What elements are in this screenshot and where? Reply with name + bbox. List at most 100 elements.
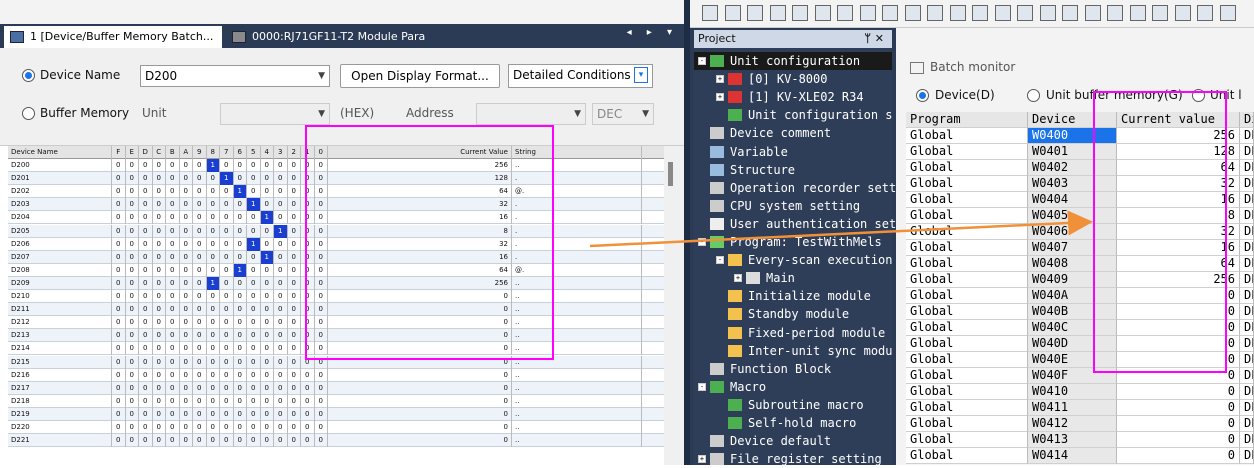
device-cell[interactable]: W0406	[1028, 224, 1117, 240]
current-value-cell[interactable]: 0	[328, 316, 512, 330]
bit-cell[interactable]: 0	[166, 329, 180, 343]
current-value-cell[interactable]: 0	[1117, 384, 1240, 400]
bit-cell[interactable]: 0	[112, 198, 126, 212]
bit-cell[interactable]: 0	[220, 276, 234, 290]
bit-cell[interactable]: 0	[247, 329, 261, 343]
bit-cell[interactable]: 0	[153, 250, 166, 264]
project-tree-item[interactable]: - Every-scan execution	[694, 251, 893, 269]
bit-cell[interactable]: 1	[260, 250, 274, 264]
bit-cell[interactable]: 0	[315, 211, 328, 225]
bit-cell[interactable]: 0	[234, 211, 247, 225]
bit-cell[interactable]: 0	[153, 434, 166, 448]
bit-cell[interactable]: 0	[166, 434, 180, 448]
bit-cell[interactable]: 0	[166, 159, 180, 172]
bit-cell[interactable]: 0	[301, 224, 315, 238]
bit-cell[interactable]: 0	[180, 211, 193, 225]
bit-cell[interactable]: 0	[274, 250, 288, 264]
bit-cell[interactable]: 0	[180, 355, 193, 369]
bit-cell[interactable]: 0	[288, 342, 301, 356]
current-value-cell[interactable]: 0	[1117, 400, 1240, 416]
scrollbar-thumb[interactable]	[668, 162, 673, 186]
bit-cell[interactable]: 0	[315, 407, 328, 421]
bit-cell[interactable]: 0	[193, 303, 207, 317]
project-tree-item[interactable]: Subroutine macro	[694, 396, 892, 414]
bit-cell[interactable]: 0	[139, 329, 153, 343]
bit-cell[interactable]: 0	[193, 172, 207, 186]
toolbar-tool-icon[interactable]	[949, 5, 966, 21]
bit-cell[interactable]: 0	[288, 172, 301, 186]
vertical-scrollbar[interactable]	[664, 146, 684, 465]
bit-cell[interactable]: 0	[261, 224, 274, 238]
device-cell[interactable]: W0403	[1028, 176, 1117, 192]
bit-cell[interactable]: 0	[220, 263, 234, 277]
bit-cell[interactable]: 0	[166, 250, 180, 264]
bit-cell[interactable]: 0	[153, 316, 166, 330]
bit-cell[interactable]: 0	[126, 394, 139, 408]
current-value-cell[interactable]: 0	[328, 368, 512, 382]
toolbar-tool-icon[interactable]	[1107, 5, 1123, 21]
bit-cell[interactable]: 0	[126, 342, 139, 356]
current-value-cell[interactable]: 256	[1117, 272, 1240, 288]
bit-cell[interactable]: 0	[126, 172, 139, 186]
device-cell[interactable]: W040F	[1028, 368, 1117, 384]
bit-cell[interactable]: 0	[274, 303, 288, 317]
bit-cell[interactable]: 0	[234, 172, 247, 186]
bit-cell[interactable]: 0	[315, 172, 328, 186]
current-value-cell[interactable]: 0	[1117, 320, 1240, 336]
bit-cell[interactable]: 0	[288, 381, 301, 395]
bit-cell[interactable]: 0	[274, 159, 288, 172]
bit-cell[interactable]: 0	[153, 276, 166, 290]
bit-cell[interactable]: 0	[112, 421, 126, 434]
bit-cell[interactable]: 0	[234, 394, 247, 408]
current-value-cell[interactable]: 0	[1117, 336, 1240, 352]
device-cell[interactable]: W0404	[1028, 192, 1117, 208]
bit-cell[interactable]: 0	[247, 355, 261, 369]
bit-cell[interactable]: 0	[126, 250, 139, 264]
bit-cell[interactable]: 0	[288, 211, 301, 225]
bit-cell[interactable]: 0	[261, 198, 274, 212]
bit-cell[interactable]: 0	[193, 394, 207, 408]
bit-cell[interactable]: 0	[153, 421, 166, 434]
project-tree-item[interactable]: User authentication set	[694, 215, 896, 233]
bit-cell[interactable]: 0	[126, 381, 139, 395]
tab-device-buffer-memory-batch[interactable]: 1 [Device/Buffer Memory Batch...	[4, 26, 222, 48]
bit-cell[interactable]: 0	[261, 355, 274, 369]
bit-cell[interactable]: 0	[166, 407, 180, 421]
bit-cell[interactable]: 0	[126, 290, 139, 303]
project-tree-item[interactable]: Function Block	[694, 360, 892, 378]
bit-cell[interactable]: 0	[153, 185, 166, 199]
bit-cell[interactable]: 0	[315, 290, 328, 303]
current-value-cell[interactable]: 64	[1117, 256, 1240, 272]
toolbar-tool-icon[interactable]	[1062, 5, 1078, 21]
bit-cell[interactable]: 0	[288, 263, 301, 277]
unit-combo[interactable]: ▼	[220, 103, 330, 125]
bit-cell[interactable]: 0	[126, 263, 139, 277]
bit-cell[interactable]: 0	[234, 368, 247, 382]
bit-cell[interactable]: 0	[247, 159, 261, 172]
bit-cell[interactable]: 0	[315, 355, 328, 369]
bit-cell[interactable]: 0	[247, 421, 261, 434]
bit-cell[interactable]: 0	[153, 355, 166, 369]
bit-cell[interactable]: 0	[220, 342, 234, 356]
current-value-cell[interactable]: 0	[1117, 432, 1240, 448]
bit-cell[interactable]: 0	[139, 434, 153, 448]
bit-cell[interactable]: 0	[288, 237, 301, 251]
current-value-cell[interactable]: 0	[1117, 448, 1240, 464]
bit-cell[interactable]: 1	[233, 185, 247, 199]
bit-cell[interactable]: 0	[153, 263, 166, 277]
project-tree-item[interactable]: - Macro	[694, 378, 892, 396]
bit-cell[interactable]: 0	[315, 434, 328, 448]
bit-cell[interactable]: 0	[261, 421, 274, 434]
current-value-cell[interactable]: 256	[328, 159, 512, 172]
toolbar-tool-icon[interactable]	[1084, 5, 1101, 21]
bit-cell[interactable]: 0	[139, 368, 153, 382]
bit-cell[interactable]: 0	[180, 421, 193, 434]
current-value-cell[interactable]: 0	[328, 407, 512, 421]
bit-cell[interactable]: 0	[180, 185, 193, 199]
bit-cell[interactable]: 0	[288, 250, 301, 264]
bit-cell[interactable]: 0	[301, 276, 315, 290]
bit-cell[interactable]: 0	[207, 172, 220, 186]
bit-cell[interactable]: 0	[166, 198, 180, 212]
device-cell[interactable]: W0410	[1028, 384, 1117, 400]
current-value-cell[interactable]: 0	[328, 355, 512, 369]
